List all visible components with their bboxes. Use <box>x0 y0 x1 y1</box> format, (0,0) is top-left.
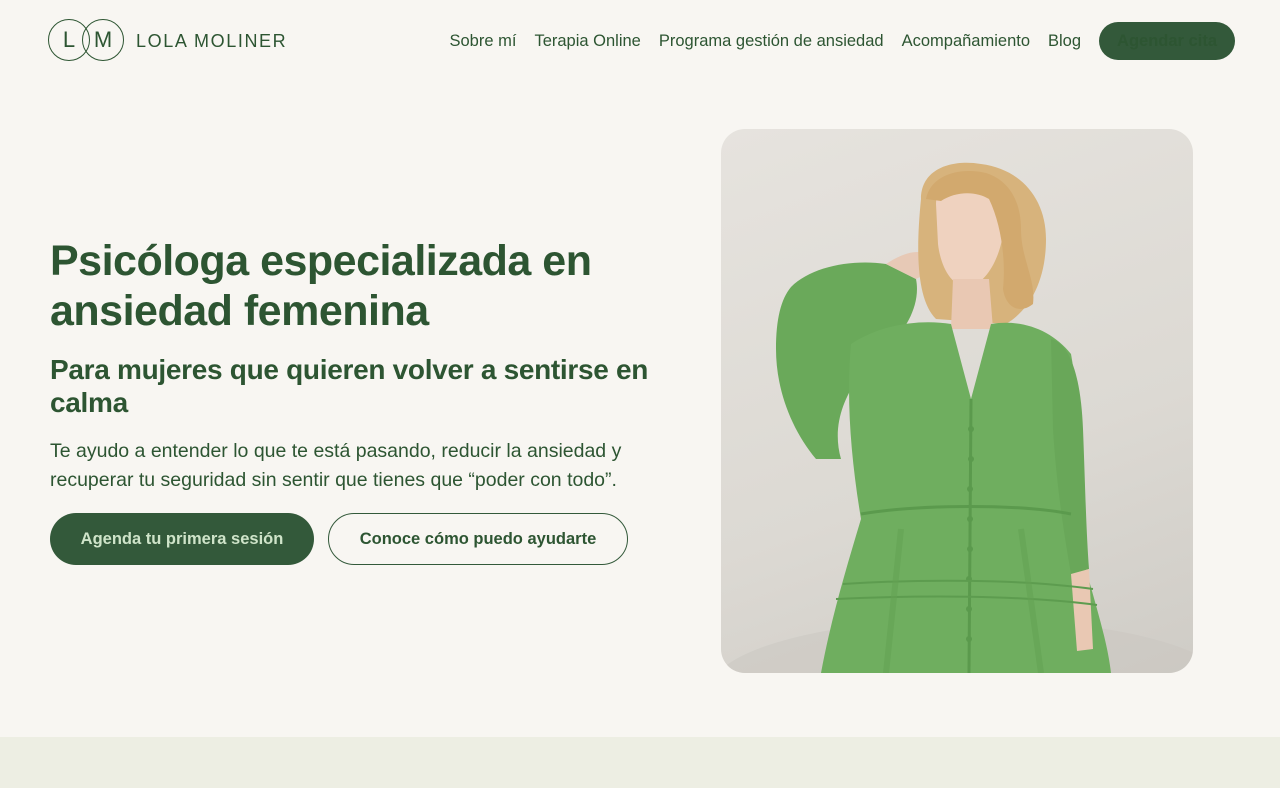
hero-description: Te ayudo a entender lo que te está pasan… <box>50 440 622 491</box>
conoce-como-ayudarte-button[interactable]: Conoce cómo puedo ayudarte <box>328 513 628 565</box>
main-nav: Sobre mí Terapia Online Programa gestión… <box>450 22 1235 60</box>
portrait-illustration <box>721 162 1193 673</box>
agenda-primera-sesion-button[interactable]: Agenda tu primera sesión <box>50 513 314 565</box>
agendar-cita-button[interactable]: Agendar cita <box>1099 22 1235 60</box>
hero-title: Psicóloga especializada en ansiedad feme… <box>50 237 592 335</box>
nav-item-programa-ansiedad[interactable]: Programa gestión de ansiedad <box>659 32 884 51</box>
nav-item-sobre-mi[interactable]: Sobre mí <box>450 32 517 51</box>
nav-item-acompanamiento[interactable]: Acompañamiento <box>902 32 1030 51</box>
logo-link[interactable]: L M LOLA MOLINER <box>48 19 287 63</box>
hero-photo <box>721 129 1193 673</box>
next-section-band <box>0 737 1280 788</box>
brand-name: LOLA MOLINER <box>136 30 288 51</box>
logo-monogram-icon: L M <box>48 19 124 63</box>
hero-subtitle: Para mujeres que quieren volver a sentir… <box>50 354 649 418</box>
logo-letter-m: M <box>82 19 124 61</box>
nav-item-terapia-online[interactable]: Terapia Online <box>534 32 640 51</box>
site-header: L M LOLA MOLINER Sobre mí Terapia Online… <box>0 0 1280 82</box>
nav-item-blog[interactable]: Blog <box>1048 32 1081 51</box>
